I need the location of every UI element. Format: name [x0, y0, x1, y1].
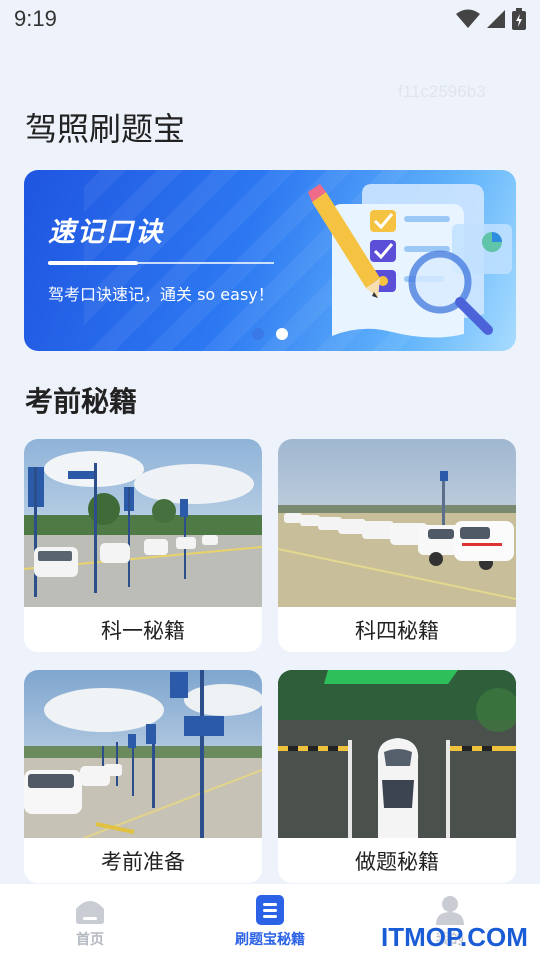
- card-label: 科一秘籍: [101, 618, 185, 643]
- carousel-dot[interactable]: [252, 328, 264, 340]
- tab-label: 刷题宝秘籍: [235, 932, 305, 948]
- card-kemu-one[interactable]: 科一秘籍: [24, 439, 262, 652]
- carousel-indicator: [252, 328, 288, 340]
- card-label: 做题秘籍: [355, 849, 439, 874]
- card-label: 科四秘籍: [355, 618, 439, 643]
- carousel-dot-active[interactable]: [276, 328, 288, 340]
- profile-icon: [436, 896, 464, 925]
- tab-label: 首页: [76, 932, 104, 948]
- wifi-icon: [456, 9, 480, 28]
- checklist-illustration-icon: [308, 184, 512, 338]
- banner-divider: [48, 261, 274, 265]
- card-label: 考前准备: [101, 849, 185, 874]
- parked-cars-image: [278, 439, 516, 607]
- card-preparation[interactable]: 考前准备: [24, 670, 262, 883]
- parking-car-image: [278, 670, 516, 838]
- test-lane-signs-image: [24, 670, 262, 838]
- driving-test-field-image: [24, 439, 262, 607]
- battery-charging-icon: [512, 8, 526, 30]
- site-watermark-logo: ITMOP.COM: [381, 922, 528, 952]
- signal-icon: [487, 10, 505, 28]
- tab-home[interactable]: 首页: [20, 895, 160, 949]
- status-bar: 9:19: [0, 0, 540, 38]
- status-time: 9:19: [14, 6, 57, 31]
- page-title: 驾照刷题宝: [25, 110, 186, 148]
- banner-subtitle: 驾考口诀速记，通关 so easy！: [48, 285, 274, 304]
- banner-title: 速记口诀: [48, 217, 164, 248]
- home-icon: [76, 901, 104, 924]
- status-icons: [456, 8, 526, 30]
- document-icon: [256, 895, 284, 925]
- tab-tips[interactable]: 刷题宝秘籍: [200, 895, 340, 949]
- banner-carousel[interactable]: 速记口诀 驾考口诀速记，通关 so easy！: [24, 170, 516, 351]
- card-question-tips[interactable]: 做题秘籍: [278, 670, 516, 883]
- watermark-text: f11c2596b3: [398, 82, 486, 101]
- card-kemu-four[interactable]: 科四秘籍: [278, 439, 516, 652]
- section-title: 考前秘籍: [25, 385, 138, 418]
